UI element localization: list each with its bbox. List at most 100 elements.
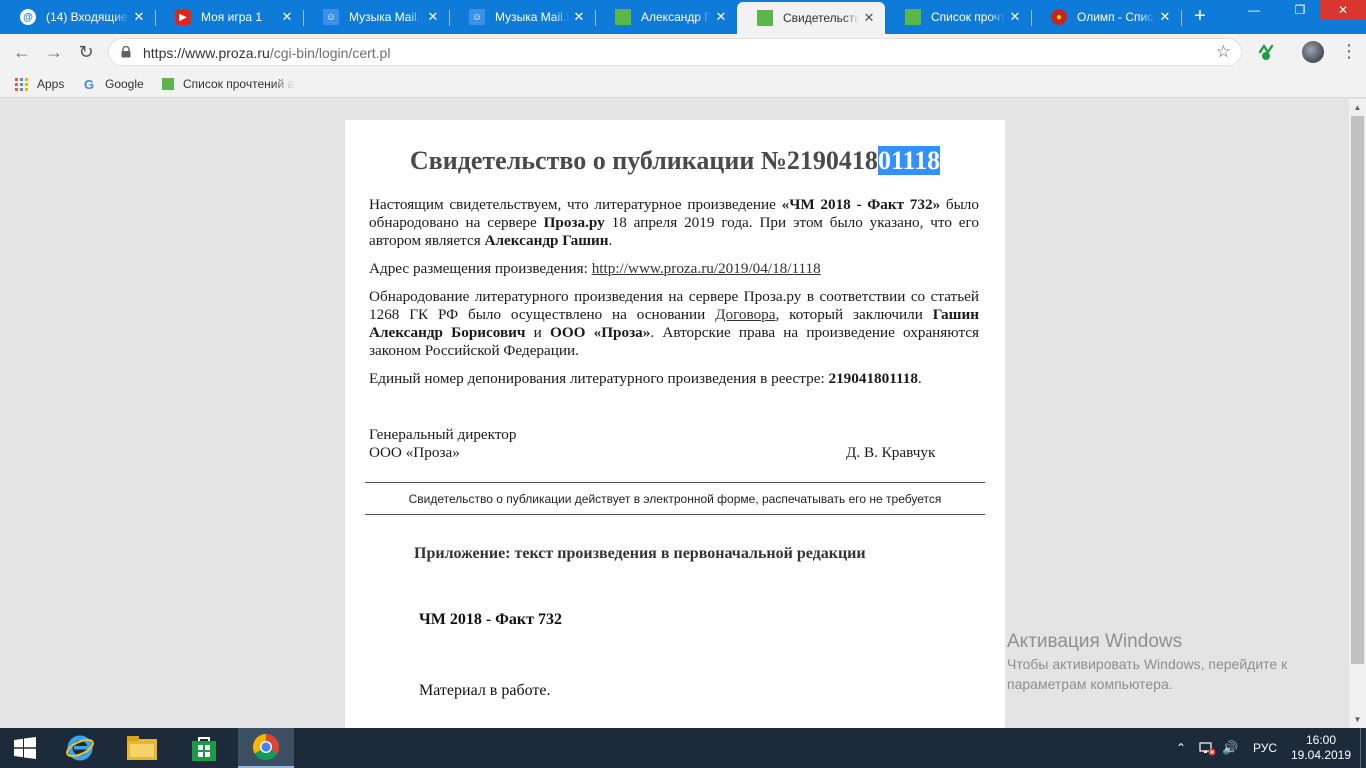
volume-icon[interactable]: 🔊 bbox=[1222, 728, 1238, 768]
network-status-icon bbox=[1199, 742, 1216, 756]
profile-avatar[interactable] bbox=[1302, 41, 1324, 63]
tab-youtube[interactable]: ▶ Моя игра 1 ✕ bbox=[155, 0, 303, 34]
text: и bbox=[525, 324, 550, 341]
tab-title: Список прочтений bbox=[931, 10, 1005, 24]
paragraph-publication: Настоящим свидетельствуем, что литератур… bbox=[369, 196, 979, 250]
bookmark-label: Apps bbox=[37, 77, 65, 91]
back-button[interactable]: ← bbox=[10, 40, 34, 64]
tab-music-2[interactable]: ☺ Музыка Mail.Ru ✕ bbox=[449, 0, 595, 34]
tab-mail[interactable]: @ (14) Входящие - Почта Mail.Ru ✕ bbox=[0, 0, 155, 34]
extension-icon[interactable] bbox=[1256, 42, 1276, 62]
store-bag-icon bbox=[192, 737, 216, 761]
chrome-logo bbox=[252, 733, 280, 761]
bookmark-apps[interactable]: Apps bbox=[14, 76, 64, 92]
work-body: Материал в работе. bbox=[419, 682, 551, 699]
bookmark-google[interactable]: G Google bbox=[82, 76, 144, 92]
bookmark-label: Google bbox=[105, 77, 144, 91]
tab-separator bbox=[1181, 10, 1182, 26]
divider bbox=[365, 482, 985, 483]
internet-explorer-icon[interactable] bbox=[52, 728, 108, 768]
scroll-down-arrow-icon[interactable]: ▼ bbox=[1349, 711, 1366, 728]
proza-icon bbox=[905, 9, 921, 25]
work-url-link[interactable]: http://www.proza.ru/2019/04/18/1118 bbox=[592, 260, 821, 277]
chrome-icon[interactable] bbox=[238, 728, 294, 768]
scroll-up-arrow-icon[interactable]: ▲ bbox=[1349, 99, 1366, 116]
youtube-icon: ▶ bbox=[175, 9, 191, 25]
bookmark-reading-list[interactable]: Список прочтений автора bbox=[162, 76, 295, 92]
page-viewport: Свидетельство о публикации №219041801118… bbox=[0, 99, 1349, 728]
new-tab-button[interactable]: + bbox=[1188, 4, 1212, 28]
tab-title: Музыка Mail.Ru bbox=[349, 10, 423, 24]
tab-title: Олимп - Список bbox=[1077, 10, 1155, 24]
forward-button[interactable]: → bbox=[42, 40, 66, 64]
tab-close-icon[interactable]: ✕ bbox=[711, 9, 731, 25]
tab-close-icon[interactable]: ✕ bbox=[129, 9, 149, 25]
tab-title: Музыка Mail.Ru bbox=[495, 10, 569, 24]
tab-close-icon[interactable]: ✕ bbox=[423, 9, 443, 25]
show-desktop-button[interactable] bbox=[1360, 728, 1366, 768]
tab-author[interactable]: Александр Гашин ✕ bbox=[595, 0, 737, 34]
start-button[interactable] bbox=[0, 728, 50, 768]
work-name: «ЧМ 2018 - Факт 732» bbox=[781, 196, 941, 213]
title-selected-text[interactable]: 01118 bbox=[877, 146, 941, 175]
paragraph-address: Адрес размещения произведения: http://ww… bbox=[369, 260, 979, 278]
text: Адрес размещения произведения: bbox=[369, 260, 592, 277]
contract-link[interactable]: Договора bbox=[715, 306, 775, 323]
tab-strip: @ (14) Входящие - Почта Mail.Ru ✕ ▶ Моя … bbox=[0, 0, 1366, 34]
mail-ru-icon: @ bbox=[20, 9, 36, 25]
org-name: ООО «Проза» bbox=[550, 324, 651, 341]
signer-position: Генеральный директор bbox=[369, 426, 517, 443]
scroll-thumb[interactable] bbox=[1351, 116, 1364, 664]
tab-olymp[interactable]: ● Олимп - Список ✕ bbox=[1031, 0, 1181, 34]
paragraph-deposit-number: Единый номер депонирования литературного… bbox=[369, 370, 979, 388]
tab-certificate-active[interactable]: Свидетельство о публикации ✕ bbox=[737, 2, 885, 34]
site-name: Проза.ру bbox=[543, 214, 605, 231]
chrome-menu-icon[interactable]: ⋮ bbox=[1340, 40, 1358, 64]
restore-button[interactable]: ❐ bbox=[1280, 0, 1320, 20]
language-indicator[interactable]: РУС bbox=[1253, 728, 1277, 768]
watermark-text: Чтобы активировать Windows, перейдите к … bbox=[1007, 656, 1288, 692]
tab-title: Свидетельство о публикации bbox=[783, 11, 859, 25]
tab-close-icon[interactable]: ✕ bbox=[569, 9, 589, 25]
address-bar[interactable]: https://www.proza.ru/cgi-bin/login/cert.… bbox=[108, 38, 1242, 66]
certificate-sheet: Свидетельство о публикации №219041801118… bbox=[345, 120, 1005, 728]
system-clock[interactable]: 16:00 19.04.2019 bbox=[1290, 733, 1352, 763]
proza-icon bbox=[162, 78, 174, 90]
vertical-scrollbar[interactable]: ▲ ▼ bbox=[1349, 99, 1366, 728]
tab-music-1[interactable]: ☺ Музыка Mail.Ru ✕ bbox=[303, 0, 449, 34]
bookmark-label: Список прочтений автора bbox=[183, 77, 295, 91]
windows-activation-watermark: Активация Windows Чтобы активировать Win… bbox=[1007, 632, 1337, 694]
store-icon[interactable] bbox=[176, 728, 232, 768]
tab-reading-list[interactable]: Список прочтений ✕ bbox=[885, 0, 1031, 34]
minimize-button[interactable]: — bbox=[1234, 0, 1274, 20]
appendix-heading: Приложение: текст произведения в первона… bbox=[414, 545, 866, 562]
electronic-form-notice: Свидетельство о публикации действует в э… bbox=[408, 492, 942, 506]
clock-date: 19.04.2019 bbox=[1290, 748, 1352, 762]
google-icon: G bbox=[83, 76, 95, 92]
author-name: Александр Гашин bbox=[484, 232, 609, 249]
title-main: Свидетельство о публикации №2190418 bbox=[409, 146, 878, 175]
apps-grid-icon bbox=[14, 77, 28, 91]
watermark-title: Активация Windows bbox=[1007, 631, 1183, 652]
tab-close-icon[interactable]: ✕ bbox=[1155, 9, 1175, 25]
browser-toolbar: ← → ↻ https://www.proza.ru/cgi-bin/login… bbox=[0, 34, 1366, 70]
olymp-icon: ● bbox=[1051, 9, 1067, 25]
folder-icon bbox=[127, 736, 157, 760]
work-title: ЧМ 2018 - Факт 732 bbox=[419, 611, 562, 628]
bookmarks-bar: Apps G Google Список прочтений автора bbox=[0, 70, 1366, 98]
tab-close-icon[interactable]: ✕ bbox=[1005, 9, 1025, 25]
close-window-button[interactable]: ✕ bbox=[1320, 0, 1366, 20]
signer-name: Д. В. Кравчук bbox=[846, 444, 936, 461]
reload-button[interactable]: ↻ bbox=[74, 40, 98, 64]
file-explorer-icon[interactable] bbox=[114, 728, 170, 768]
tab-close-icon[interactable]: ✕ bbox=[277, 9, 297, 25]
tray-overflow-chevron[interactable]: ⌃ bbox=[1176, 728, 1186, 768]
bookmark-star-icon[interactable]: ☆ bbox=[1216, 42, 1231, 62]
proza-icon bbox=[757, 10, 773, 26]
signer-org: ООО «Проза» bbox=[369, 444, 460, 461]
tab-title: Моя игра 1 bbox=[201, 10, 263, 24]
deposit-number: 219041801118 bbox=[828, 370, 918, 387]
network-icon[interactable] bbox=[1198, 728, 1216, 768]
lock-icon bbox=[121, 46, 131, 58]
tab-close-icon[interactable]: ✕ bbox=[859, 10, 879, 26]
